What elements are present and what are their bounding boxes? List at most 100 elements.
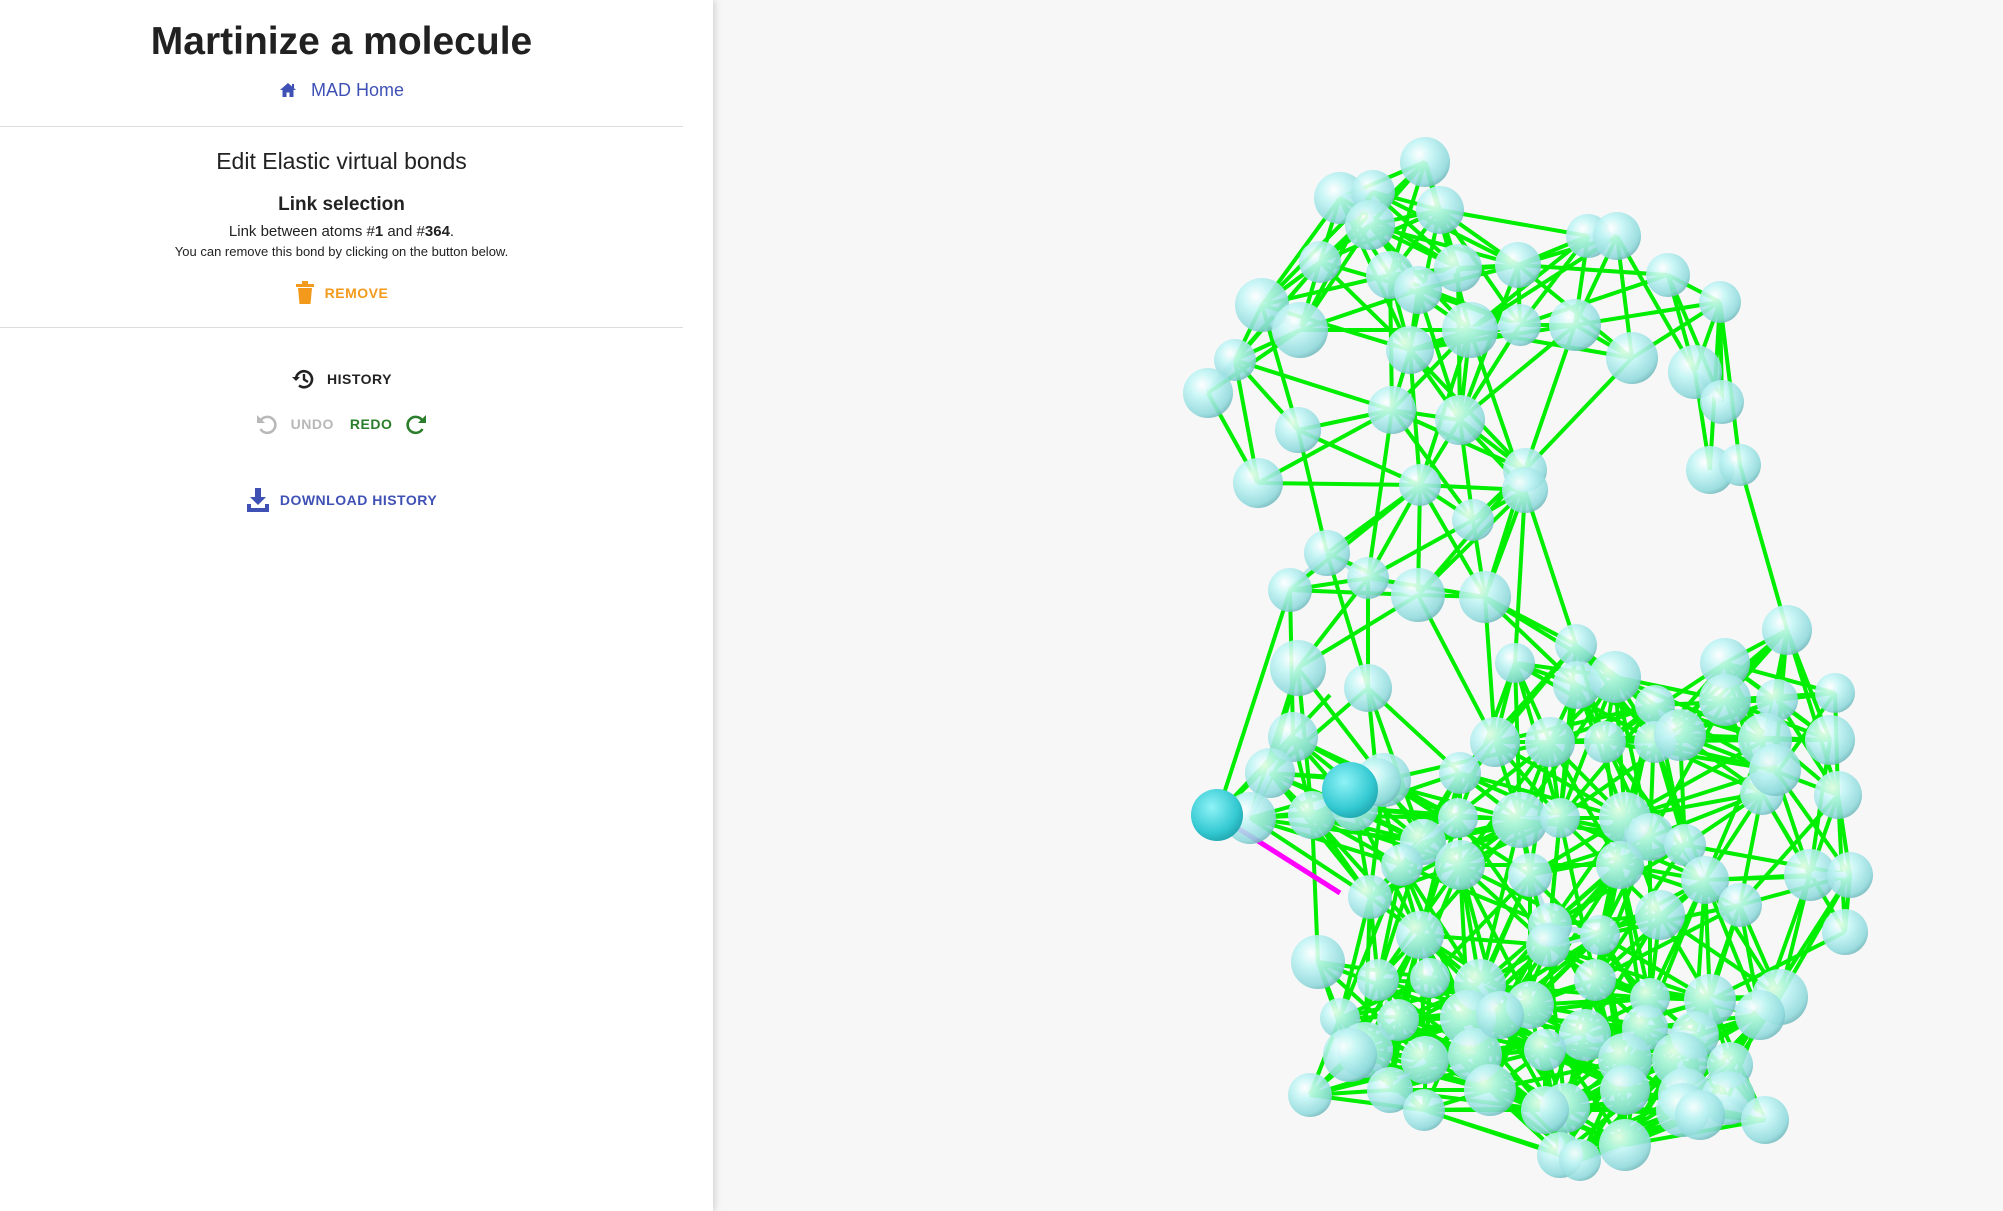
atom[interactable] xyxy=(1600,1065,1650,1115)
atom[interactable] xyxy=(1549,299,1601,351)
atom[interactable] xyxy=(1233,458,1283,508)
atom[interactable] xyxy=(1805,715,1855,765)
atom[interactable] xyxy=(1348,875,1392,919)
remove-button[interactable]: REMOVE xyxy=(0,277,683,309)
atom[interactable] xyxy=(1646,253,1690,297)
atom[interactable] xyxy=(1822,909,1868,955)
atom[interactable] xyxy=(1299,241,1341,283)
sidebar-panel: Martinize a molecule MAD Home Edit Elast… xyxy=(0,0,713,1211)
selected-atom-364[interactable] xyxy=(1322,762,1378,818)
atom[interactable] xyxy=(1492,792,1548,848)
selected-atom-1[interactable] xyxy=(1191,789,1243,841)
atom[interactable] xyxy=(1304,530,1350,576)
atom[interactable] xyxy=(1396,911,1444,959)
atom[interactable] xyxy=(1344,664,1392,712)
atom[interactable] xyxy=(1459,571,1511,623)
atom[interactable] xyxy=(1403,1089,1445,1131)
atom[interactable] xyxy=(1574,959,1616,1001)
atom[interactable] xyxy=(1521,1086,1569,1134)
download-icon xyxy=(246,487,270,513)
atom[interactable] xyxy=(1815,673,1855,713)
atom[interactable] xyxy=(1589,651,1641,703)
history-label: HISTORY xyxy=(327,371,392,387)
section-title: Edit Elastic virtual bonds xyxy=(216,148,467,174)
atom[interactable] xyxy=(1439,752,1481,794)
undo-icon xyxy=(255,411,281,437)
link-description: Link between atoms #1 and #364. xyxy=(0,222,683,242)
atom[interactable] xyxy=(1270,640,1326,696)
atom[interactable] xyxy=(1245,748,1295,798)
atom[interactable] xyxy=(1410,958,1450,998)
atom[interactable] xyxy=(1442,302,1498,358)
atom[interactable] xyxy=(1584,721,1626,763)
atom[interactable] xyxy=(1381,844,1423,886)
atom[interactable] xyxy=(1323,1028,1377,1082)
atom[interactable] xyxy=(1540,798,1580,838)
atom[interactable] xyxy=(1699,281,1741,323)
atom[interactable] xyxy=(1464,1064,1516,1116)
atom[interactable] xyxy=(1386,326,1434,374)
divider xyxy=(0,327,683,328)
atom[interactable] xyxy=(1400,137,1450,187)
atom[interactable] xyxy=(1525,717,1575,767)
atom[interactable] xyxy=(1735,990,1785,1040)
atom[interactable] xyxy=(1368,386,1416,434)
atom[interactable] xyxy=(1599,1119,1651,1171)
bond[interactable] xyxy=(1738,464,1789,631)
atom[interactable] xyxy=(1435,840,1485,890)
atom[interactable] xyxy=(1291,935,1345,989)
trash-icon xyxy=(295,281,315,305)
atom[interactable] xyxy=(1470,717,1520,767)
link-prefix: Link between atoms # xyxy=(228,223,375,240)
atom[interactable] xyxy=(1596,841,1644,889)
atom[interactable] xyxy=(1495,242,1541,288)
atom[interactable] xyxy=(1345,200,1395,250)
redo-button[interactable]: REDO xyxy=(350,408,428,440)
atom[interactable] xyxy=(1435,395,1485,445)
atom[interactable] xyxy=(1394,266,1442,314)
atom[interactable] xyxy=(1391,568,1445,622)
atom[interactable] xyxy=(1559,1139,1601,1181)
atom[interactable] xyxy=(1719,444,1761,486)
molecule-canvas[interactable] xyxy=(713,0,2003,1211)
undo-button[interactable]: UNDO xyxy=(255,408,334,440)
home-icon xyxy=(279,82,297,98)
atom[interactable] xyxy=(1555,624,1597,666)
atom[interactable] xyxy=(1508,853,1552,897)
atom[interactable] xyxy=(1288,1073,1332,1117)
history-button[interactable]: HISTORY xyxy=(0,364,683,394)
atom[interactable] xyxy=(1526,923,1570,967)
atom[interactable] xyxy=(1272,302,1328,358)
atom[interactable] xyxy=(1718,883,1762,927)
atom[interactable] xyxy=(1580,915,1620,955)
atom[interactable] xyxy=(1495,643,1535,683)
atom[interactable] xyxy=(1357,959,1399,1001)
atom[interactable] xyxy=(1814,771,1862,819)
atom[interactable] xyxy=(1438,798,1478,838)
atom[interactable] xyxy=(1452,499,1494,541)
atom[interactable] xyxy=(1749,744,1801,796)
atom[interactable] xyxy=(1827,852,1873,898)
atom[interactable] xyxy=(1524,1029,1566,1071)
atom[interactable] xyxy=(1700,380,1744,424)
atom[interactable] xyxy=(1183,368,1233,418)
atom[interactable] xyxy=(1699,674,1751,726)
atom[interactable] xyxy=(1593,212,1641,260)
atom[interactable] xyxy=(1606,332,1658,384)
atom[interactable] xyxy=(1654,709,1706,761)
atom[interactable] xyxy=(1499,304,1541,346)
atom[interactable] xyxy=(1416,186,1464,234)
atom[interactable] xyxy=(1268,568,1312,612)
molecule-viewer[interactable] xyxy=(713,0,2003,1211)
atom[interactable] xyxy=(1635,890,1685,940)
atom[interactable] xyxy=(1476,991,1524,1039)
download-history-button[interactable]: DOWNLOAD HISTORY xyxy=(0,484,683,516)
atom[interactable] xyxy=(1741,1096,1789,1144)
atom[interactable] xyxy=(1275,407,1321,453)
atom[interactable] xyxy=(1502,467,1548,513)
atom[interactable] xyxy=(1675,1090,1725,1140)
atom[interactable] xyxy=(1399,464,1441,506)
atom[interactable] xyxy=(1762,605,1812,655)
mad-home-link[interactable]: MAD Home xyxy=(0,76,683,104)
atom[interactable] xyxy=(1347,557,1389,599)
